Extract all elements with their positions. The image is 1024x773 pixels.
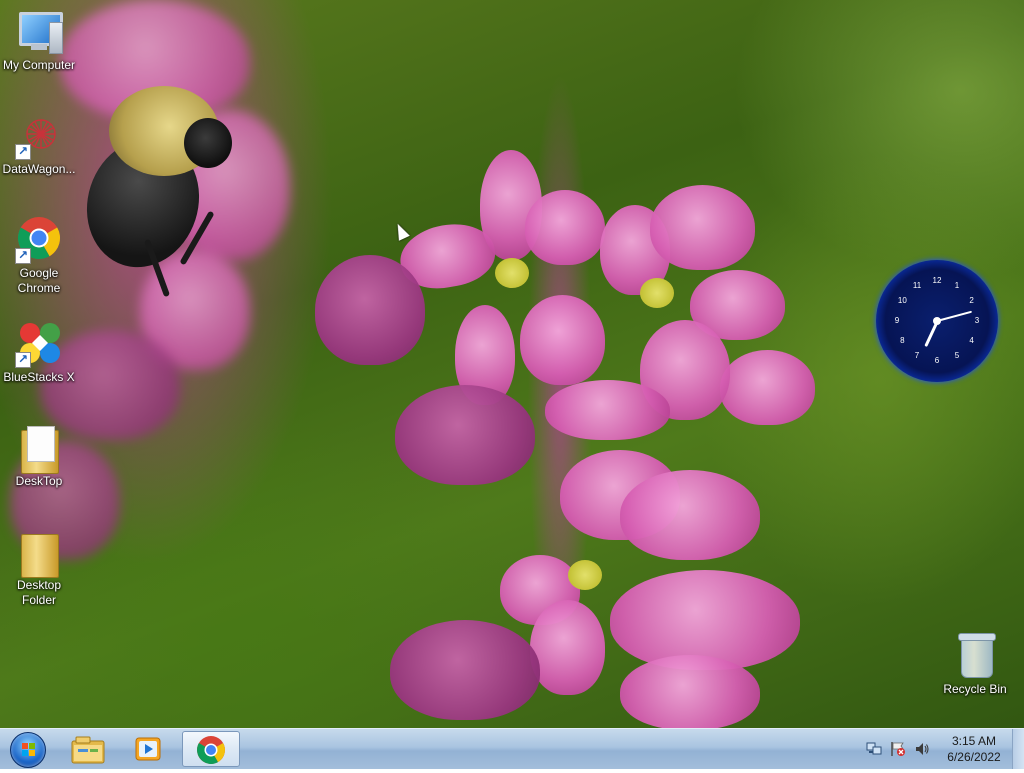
volume-icon[interactable] (914, 741, 930, 757)
wallpaper-petal (520, 295, 605, 385)
clock-number: 6 (934, 356, 940, 365)
wallpaper-petal (395, 385, 535, 485)
taskbar-google-chrome[interactable] (182, 731, 240, 767)
desktop-icon-datawagon[interactable]: ↗ DataWagon... (1, 112, 77, 177)
desktop-icon-label: DeskTop (15, 474, 63, 488)
taskbar-windows-explorer[interactable] (60, 731, 116, 767)
taskbar-media-player[interactable] (120, 731, 176, 767)
desktop-icon-my-computer[interactable]: My Computer (1, 8, 77, 73)
wallpaper-flower-center (568, 560, 602, 590)
shortcut-arrow-icon: ↗ (15, 248, 31, 264)
taskbar-time: 3:15 AM (951, 734, 997, 748)
desktop-icon-google-chrome[interactable]: ↗ Google Chrome (1, 216, 77, 296)
clock-number: 2 (969, 296, 974, 305)
chrome-icon: ↗ (15, 216, 63, 264)
desktop-icon-label-line1: Desktop (16, 578, 62, 592)
windows-logo-icon (10, 732, 46, 768)
clock-number: 5 (954, 350, 960, 360)
desktop-icon-bluestacks[interactable]: ↗ BlueStacks X (1, 320, 77, 385)
shortcut-arrow-icon: ↗ (15, 144, 31, 160)
desktop-icon-label: BlueStacks X (3, 370, 75, 384)
wallpaper-petal (620, 655, 760, 730)
start-button[interactable] (4, 730, 48, 768)
clock-number: 4 (969, 336, 974, 345)
wallpaper-flower-center (640, 278, 674, 308)
action-center-flag-icon[interactable] (890, 741, 906, 757)
desktop-icon-label-line2: Folder (21, 593, 56, 607)
folder-icon (15, 528, 63, 578)
network-icon[interactable] (866, 741, 882, 757)
clock-gadget[interactable]: 12 1 2 3 4 5 6 7 8 9 10 11 (876, 260, 998, 382)
explorer-icon (71, 736, 105, 764)
wallpaper-petal (720, 350, 815, 425)
clock-pin (933, 317, 941, 325)
desktop-icon-recycle-bin[interactable]: Recycle Bin (937, 632, 1013, 697)
wallpaper-petal (545, 380, 670, 440)
desktop-icon-label-line2: Chrome (17, 281, 61, 295)
clock-number: 10 (897, 296, 907, 305)
desktop-icon-label: Recycle Bin (943, 682, 1007, 696)
clock-number: 7 (914, 350, 920, 360)
clock-minute-hand (936, 310, 973, 322)
clock-number: 9 (894, 316, 900, 325)
wallpaper-petal (390, 620, 540, 720)
clock-number: 3 (974, 316, 980, 325)
computer-icon (15, 8, 63, 56)
clock-number: 12 (932, 276, 942, 285)
wallpaper-petal (315, 255, 425, 365)
taskbar: 3:15 AM 6/26/2022 (0, 728, 1024, 769)
clock-number: 11 (912, 281, 922, 291)
desktop-icon-desktop-folder[interactable]: Desktop Folder (1, 528, 77, 608)
desktop-icon-desktop[interactable]: DeskTop (1, 424, 77, 489)
wallpaper-petal (525, 190, 605, 265)
shortcut-arrow-icon: ↗ (15, 352, 31, 368)
wallpaper-bee (70, 78, 254, 298)
desktop-icon-label-line1: Google (19, 266, 59, 280)
clock-number: 1 (954, 281, 960, 291)
wallpaper-flower-center (495, 258, 529, 288)
taskbar-clock[interactable]: 3:15 AM 6/26/2022 (938, 733, 1010, 765)
datawagon-icon: ↗ (15, 112, 63, 160)
recycle-bin-icon (951, 632, 999, 680)
desktop-icon-label: My Computer (2, 58, 76, 72)
chrome-icon (197, 736, 225, 764)
wallpaper-petal (650, 185, 755, 270)
folder-icon (15, 424, 63, 474)
show-desktop-button[interactable] (1012, 729, 1024, 769)
desktop-wallpaper (0, 0, 1024, 768)
wallpaper-petal (620, 470, 760, 560)
wallpaper-petal (530, 600, 605, 695)
media-player-icon (135, 737, 161, 761)
clock-number: 8 (900, 336, 905, 345)
bluestacks-icon: ↗ (15, 320, 63, 368)
taskbar-date: 6/26/2022 (947, 750, 1001, 764)
desktop-icon-label: DataWagon... (2, 162, 76, 176)
